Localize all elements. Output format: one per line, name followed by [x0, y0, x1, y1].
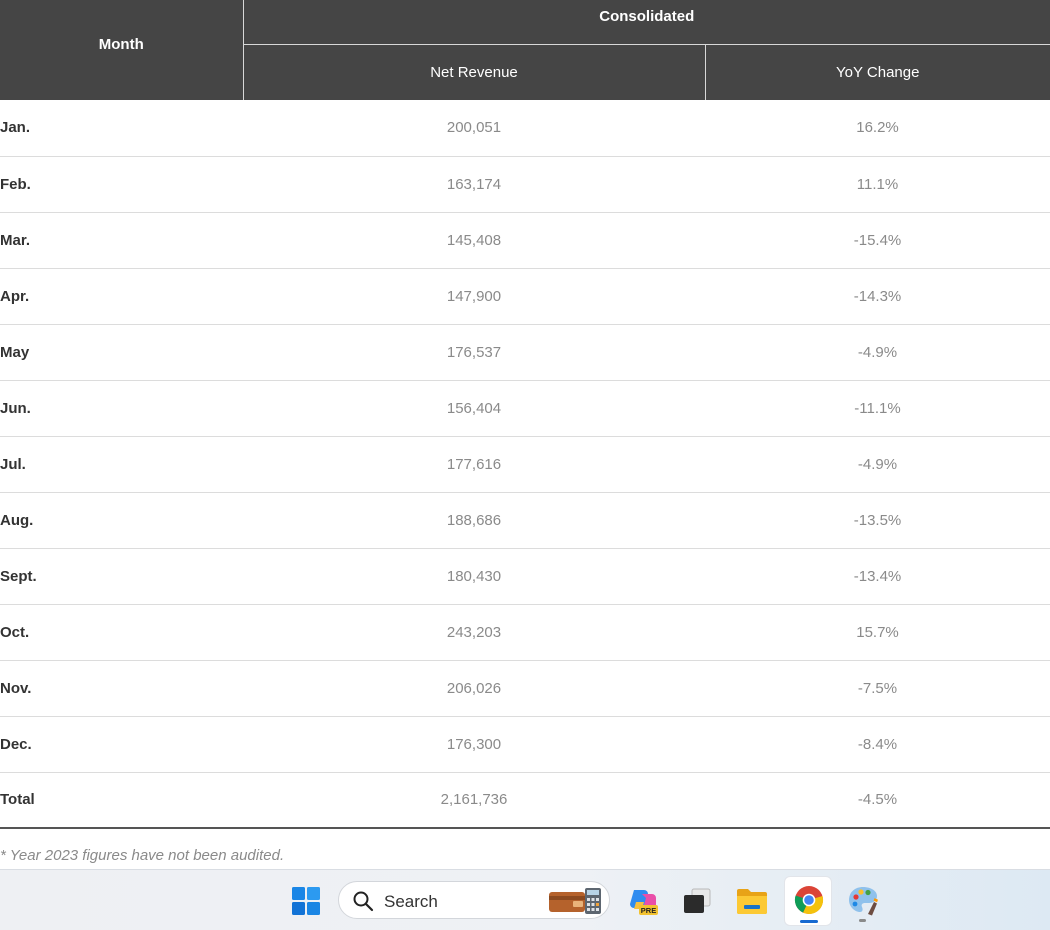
- table-row: Jan. 200,051 16.2%: [0, 100, 1050, 157]
- task-view-icon[interactable]: [680, 884, 714, 918]
- taskbar-search-box[interactable]: Search: [338, 881, 610, 919]
- chrome-taskbar-button[interactable]: [784, 876, 832, 926]
- total-row: Total 2,161,736 -4.5%: [0, 772, 1050, 829]
- month-cell: May: [0, 324, 243, 381]
- month-cell: Feb.: [0, 156, 243, 213]
- net-revenue-cell: 206,026: [243, 660, 705, 717]
- total-net-revenue-cell: 2,161,736: [243, 772, 705, 829]
- page: Month Consolidated Net Revenue YoY Chang…: [0, 0, 1050, 930]
- total-label-cell: Total: [0, 772, 243, 829]
- month-cell: Sept.: [0, 548, 243, 605]
- running-app-indicator: [859, 919, 866, 922]
- yoy-change-cell: 11.1%: [705, 156, 1050, 213]
- yoy-change-cell: -4.9%: [705, 324, 1050, 381]
- yoy-change-cell: -14.3%: [705, 268, 1050, 325]
- table-header: Month Consolidated Net Revenue YoY Chang…: [0, 0, 1050, 100]
- copilot-icon[interactable]: PRE: [626, 884, 660, 918]
- table-row: Jul. 177,616 -4.9%: [0, 436, 1050, 493]
- table-row: Mar. 145,408 -15.4%: [0, 212, 1050, 269]
- month-cell: Jan.: [0, 100, 243, 157]
- table-row: Oct. 243,203 15.7%: [0, 604, 1050, 661]
- month-cell: Oct.: [0, 604, 243, 661]
- net-revenue-cell: 177,616: [243, 436, 705, 493]
- table-row: Jun. 156,404 -11.1%: [0, 380, 1050, 437]
- yoy-change-cell: 16.2%: [705, 100, 1050, 157]
- net-revenue-cell: 145,408: [243, 212, 705, 269]
- wallet-calculator-widget-icon[interactable]: [549, 887, 603, 915]
- table-body: Jan. 200,051 16.2% Feb. 163,174 11.1% Ma…: [0, 100, 1050, 829]
- table-row: Dec. 176,300 -8.4%: [0, 716, 1050, 773]
- search-icon: [352, 890, 374, 912]
- audit-footnote: * Year 2023 figures have not been audite…: [0, 847, 285, 864]
- search-label: Search: [384, 892, 438, 911]
- net-revenue-cell: 176,300: [243, 716, 705, 773]
- active-app-indicator: [800, 920, 818, 923]
- month-cell: Jul.: [0, 436, 243, 493]
- net-revenue-cell: 156,404: [243, 380, 705, 437]
- table-row: Aug. 188,686 -13.5%: [0, 492, 1050, 549]
- table-row: Nov. 206,026 -7.5%: [0, 660, 1050, 717]
- paint-icon[interactable]: [846, 884, 880, 918]
- month-cell: Dec.: [0, 716, 243, 773]
- yoy-change-cell: -13.4%: [705, 548, 1050, 605]
- yoy-change-cell: -4.9%: [705, 436, 1050, 493]
- consolidated-group-header: Consolidated: [243, 0, 1050, 45]
- yoy-change-column-header: YoY Change: [705, 44, 1050, 100]
- month-cell: Apr.: [0, 268, 243, 325]
- net-revenue-cell: 200,051: [243, 100, 705, 157]
- net-revenue-cell: 147,900: [243, 268, 705, 325]
- table-row: May 176,537 -4.9%: [0, 324, 1050, 381]
- table-row: Apr. 147,900 -14.3%: [0, 268, 1050, 325]
- month-cell: Mar.: [0, 212, 243, 269]
- yoy-change-cell: -8.4%: [705, 716, 1050, 773]
- file-explorer-icon[interactable]: [735, 884, 769, 918]
- copilot-badge-label: PRE: [641, 906, 656, 915]
- month-cell: Nov.: [0, 660, 243, 717]
- table-row: Sept. 180,430 -13.4%: [0, 548, 1050, 605]
- chrome-icon: [794, 885, 824, 915]
- table-row: Feb. 163,174 11.1%: [0, 156, 1050, 213]
- net-revenue-column-header: Net Revenue: [243, 44, 706, 100]
- yoy-change-cell: -13.5%: [705, 492, 1050, 549]
- total-yoy-change-cell: -4.5%: [705, 772, 1050, 829]
- taskbar: Search PRE: [0, 869, 1050, 930]
- net-revenue-cell: 176,537: [243, 324, 705, 381]
- revenue-table: Month Consolidated Net Revenue YoY Chang…: [0, 0, 1050, 829]
- net-revenue-cell: 188,686: [243, 492, 705, 549]
- month-cell: Jun.: [0, 380, 243, 437]
- net-revenue-cell: 163,174: [243, 156, 705, 213]
- windows-start-icon[interactable]: [291, 886, 321, 916]
- yoy-change-cell: -7.5%: [705, 660, 1050, 717]
- yoy-change-cell: 15.7%: [705, 604, 1050, 661]
- net-revenue-cell: 180,430: [243, 548, 705, 605]
- yoy-change-cell: -11.1%: [705, 380, 1050, 437]
- month-cell: Aug.: [0, 492, 243, 549]
- month-column-header: Month: [0, 0, 244, 100]
- yoy-change-cell: -15.4%: [705, 212, 1050, 269]
- net-revenue-cell: 243,203: [243, 604, 705, 661]
